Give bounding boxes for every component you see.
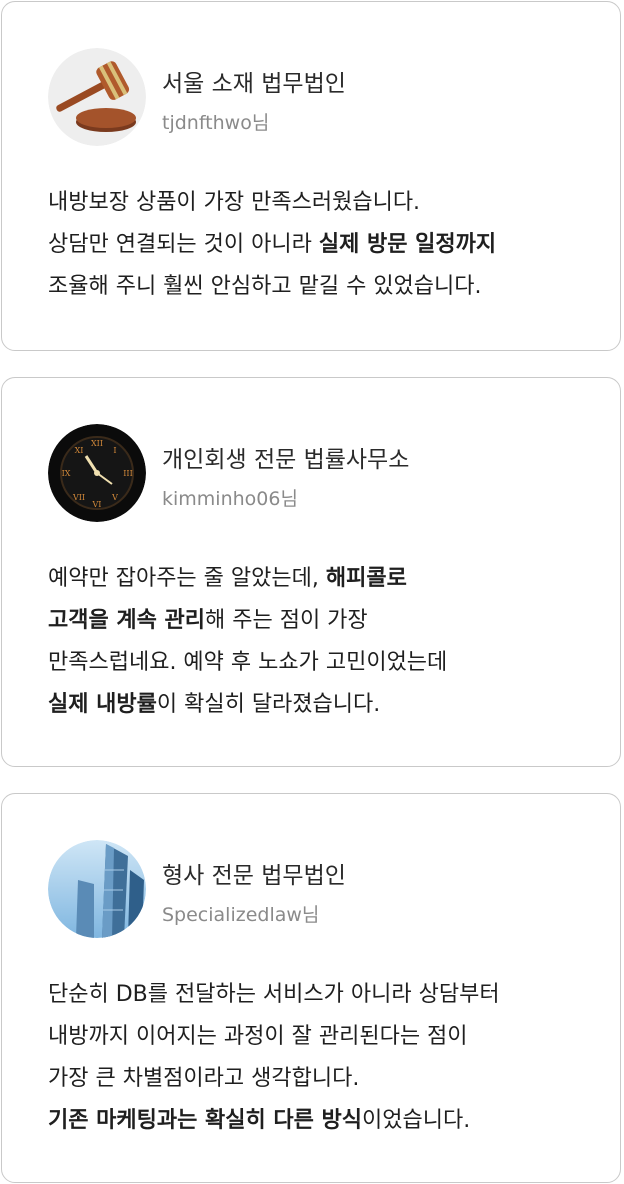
review-highlight: 실제 내방률: [48, 692, 157, 717]
review-segment: 상담만 연결되는 것이 아니라: [48, 232, 319, 257]
review-line: 예약만 잡아주는 줄 알았는데, 해피콜로: [48, 558, 608, 600]
review-line: 조율해 주니 훨씬 안심하고 맡길 수 있었습니다.: [48, 266, 608, 308]
svg-text:V: V: [111, 493, 118, 502]
review-line: 단순히 DB를 전달하는 서비스가 아니라 상담부터: [48, 974, 608, 1016]
review-line: 만족스럽네요. 예약 후 노쇼가 고민이었는데: [48, 642, 608, 684]
review-line: 실제 내방률이 확실히 달라졌습니다.: [48, 684, 608, 726]
username: Specializedlaw님: [162, 904, 320, 926]
firm-name: 형사 전문 법무법인: [162, 863, 346, 889]
svg-text:III: III: [123, 469, 132, 478]
review-segment: 단순히 DB를 전달하는 서비스가 아니라 상담부터: [48, 982, 500, 1007]
review-segment: 내방까지 이어지는 과정이 잘 관리된다는 점이: [48, 1024, 468, 1049]
firm-name: 서울 소재 법무법인: [162, 71, 346, 97]
review-text: 단순히 DB를 전달하는 서비스가 아니라 상담부터내방까지 이어지는 과정이 …: [48, 974, 608, 1142]
review-highlight: 고객을 계속 관리: [48, 608, 205, 633]
firm-name: 개인회생 전문 법률사무소: [162, 447, 410, 473]
review-line: 내방까지 이어지는 과정이 잘 관리된다는 점이: [48, 1016, 608, 1058]
review-card: XII VI III IX I XI V VII 개인회생 전문 법률사무소 k…: [1, 377, 621, 767]
building-icon: [48, 840, 146, 938]
review-highlight: 실제 방문 일정까지: [318, 232, 497, 257]
username: kimminho06님: [162, 488, 298, 510]
svg-text:VI: VI: [92, 500, 102, 509]
review-text: 내방보장 상품이 가장 만족스러웠습니다. 상담만 연결되는 것이 아니라 실제 …: [48, 182, 608, 308]
clock-icon: XII VI III IX I XI V VII: [48, 424, 146, 522]
review-segment: 이었습니다.: [362, 1108, 471, 1133]
review-card: 형사 전문 법무법인 Specializedlaw님 단순히 DB를 전달하는 …: [1, 793, 621, 1183]
review-highlight: 해피콜로: [325, 566, 407, 591]
review-segment: 내방보장 상품이 가장 만족스러웠습니다.: [48, 190, 421, 215]
review-segment: 예약만 잡아주는 줄 알았는데,: [48, 566, 326, 591]
review-line: 고객을 계속 관리해 주는 점이 가장: [48, 600, 608, 642]
review-highlight: 기존 마케팅과는 확실히 다른 방식: [48, 1108, 362, 1133]
review-segment: 만족스럽네요. 예약 후 노쇼가 고민이었는데: [48, 650, 448, 675]
review-line: 기존 마케팅과는 확실히 다른 방식이었습니다.: [48, 1100, 608, 1142]
svg-text:I: I: [113, 446, 116, 455]
username: tjdnfthwo님: [162, 112, 270, 134]
svg-text:XII: XII: [91, 439, 103, 448]
review-segment: 가장 큰 차별점이라고 생각합니다.: [48, 1066, 360, 1091]
review-line: 상담만 연결되는 것이 아니라 실제 방문 일정까지: [48, 224, 608, 266]
review-line: 내방보장 상품이 가장 만족스러웠습니다.: [48, 182, 608, 224]
svg-text:IX: IX: [62, 469, 71, 478]
review-segment: 조율해 주니 훨씬 안심하고 맡길 수 있었습니다.: [48, 274, 482, 299]
review-card: 서울 소재 법무법인 tjdnfthwo님 내방보장 상품이 가장 만족스러웠습…: [1, 1, 621, 351]
review-line: 가장 큰 차별점이라고 생각합니다.: [48, 1058, 608, 1100]
svg-text:XI: XI: [75, 446, 84, 455]
review-segment: 해 주는 점이 가장: [205, 608, 368, 633]
gavel-icon: [48, 48, 146, 146]
review-text: 예약만 잡아주는 줄 알았는데, 해피콜로 고객을 계속 관리해 주는 점이 가장…: [48, 558, 608, 726]
review-segment: 이 확실히 달라졌습니다.: [156, 692, 381, 717]
svg-text:VII: VII: [72, 493, 85, 502]
